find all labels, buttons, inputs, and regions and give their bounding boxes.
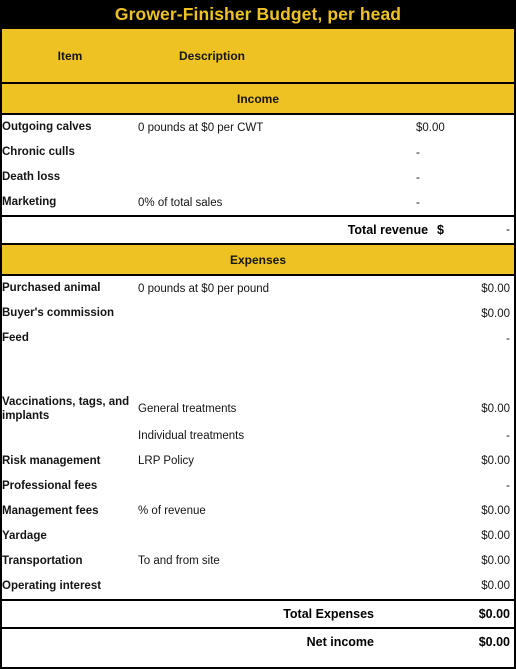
row-item-label: Yardage xyxy=(2,523,138,549)
table-row: Outgoing calves 0 pounds at $0 per CWT $… xyxy=(2,114,514,140)
spacer-cell xyxy=(138,351,382,373)
budget-sheet: Grower-Finisher Budget, per head Item De… xyxy=(0,0,516,669)
column-header-item: Item xyxy=(2,29,138,83)
row-value: $0.00 xyxy=(382,498,514,524)
row-value: - xyxy=(382,423,514,449)
total-revenue-currency: $ xyxy=(437,223,444,237)
column-header-description: Description xyxy=(138,29,382,83)
row-description: LRP Policy xyxy=(138,448,382,474)
table-column-header-row: Item Description xyxy=(2,29,514,83)
table-row: Risk management LRP Policy $0.00 xyxy=(2,448,514,474)
row-value: $0.00 xyxy=(382,395,514,424)
row-description xyxy=(138,523,382,549)
table-row: Individual treatments - xyxy=(2,423,514,449)
table-row: Purchased animal 0 pounds at $0 per poun… xyxy=(2,275,514,301)
spacer-cell xyxy=(138,373,382,395)
row-description xyxy=(138,301,382,326)
row-value: $0.00 xyxy=(382,275,514,301)
budget-table: Item Description Income Outgoing calves … xyxy=(2,29,514,655)
row-value: $0.00 xyxy=(382,114,514,140)
row-value: $0.00 xyxy=(382,448,514,474)
row-description: 0% of total sales xyxy=(138,190,382,216)
table-row: Transportation To and from site $0.00 xyxy=(2,548,514,574)
total-revenue-row: Total revenue $ - xyxy=(2,215,514,244)
row-item-label xyxy=(2,423,138,449)
section-header-expenses-label: Expenses xyxy=(2,243,514,276)
section-header-income-label: Income xyxy=(2,82,514,115)
row-value: $0.00 xyxy=(382,301,514,326)
spacer-row xyxy=(2,351,514,373)
row-value: - xyxy=(382,473,514,499)
row-item-label: Buyer's commission xyxy=(2,301,138,326)
row-value: $0.00 xyxy=(382,523,514,549)
net-income-row: Net income $0.00 xyxy=(2,626,514,655)
spacer-cell xyxy=(382,373,514,395)
row-item-label: Operating interest xyxy=(2,573,138,600)
total-expenses-value: $0.00 xyxy=(382,598,514,628)
section-header-expenses: Expenses xyxy=(2,243,514,276)
row-description xyxy=(138,473,382,499)
column-header-value xyxy=(382,29,514,83)
row-item-label: Vaccinations, tags, and implants xyxy=(2,395,138,424)
row-description: General treatments xyxy=(138,395,382,424)
total-revenue-cell: Total revenue $ - xyxy=(2,215,514,244)
row-value: - xyxy=(382,140,514,165)
row-value: - xyxy=(382,165,514,190)
table-row: Feed - xyxy=(2,326,514,351)
row-description: Individual treatments xyxy=(138,423,382,449)
row-item-label: Purchased animal xyxy=(2,275,138,301)
total-expenses-label: Total Expenses xyxy=(2,598,382,628)
total-revenue-value: - xyxy=(506,224,510,236)
table-row: Marketing 0% of total sales - xyxy=(2,190,514,216)
table-row: Yardage $0.00 xyxy=(2,523,514,549)
row-item-label: Management fees xyxy=(2,498,138,524)
table-row: Operating interest $0.00 xyxy=(2,573,514,600)
row-value: - xyxy=(382,190,514,216)
table-row: Chronic culls - xyxy=(2,140,514,165)
row-description: To and from site xyxy=(138,548,382,574)
net-income-label: Net income xyxy=(2,626,382,655)
row-description: % of revenue xyxy=(138,498,382,524)
row-item-label: Marketing xyxy=(2,190,138,216)
section-header-income: Income xyxy=(2,82,514,115)
row-item-label: Outgoing calves xyxy=(2,114,138,140)
row-description: 0 pounds at $0 per CWT xyxy=(138,114,382,140)
net-income-value: $0.00 xyxy=(382,626,514,655)
row-description xyxy=(138,573,382,600)
row-value: $0.00 xyxy=(382,548,514,574)
total-expenses-row: Total Expenses $0.00 xyxy=(2,598,514,628)
page-title: Grower-Finisher Budget, per head xyxy=(114,4,402,24)
spacer-cell xyxy=(2,373,138,395)
spacer-row xyxy=(2,373,514,395)
row-description: 0 pounds at $0 per pound xyxy=(138,275,382,301)
spacer-cell xyxy=(382,351,514,373)
row-item-label: Transportation xyxy=(2,548,138,574)
row-value: - xyxy=(382,326,514,351)
row-description xyxy=(138,165,382,190)
table-row: Vaccinations, tags, and implants General… xyxy=(2,395,514,424)
table-row: Buyer's commission $0.00 xyxy=(2,301,514,326)
table-row: Professional fees - xyxy=(2,473,514,499)
table-row: Death loss - xyxy=(2,165,514,190)
spacer-cell xyxy=(2,351,138,373)
row-item-label: Feed xyxy=(2,326,138,351)
row-item-label: Death loss xyxy=(2,165,138,190)
row-item-label: Professional fees xyxy=(2,473,138,499)
row-description xyxy=(138,326,382,351)
row-description xyxy=(138,140,382,165)
row-value: $0.00 xyxy=(382,573,514,600)
table-row: Management fees % of revenue $0.00 xyxy=(2,498,514,524)
row-item-label: Chronic culls xyxy=(2,140,138,165)
budget-table-frame: Item Description Income Outgoing calves … xyxy=(0,29,516,669)
row-item-label: Risk management xyxy=(2,448,138,474)
page-title-bar: Grower-Finisher Budget, per head xyxy=(0,0,516,29)
total-revenue-label: Total revenue xyxy=(347,223,429,237)
